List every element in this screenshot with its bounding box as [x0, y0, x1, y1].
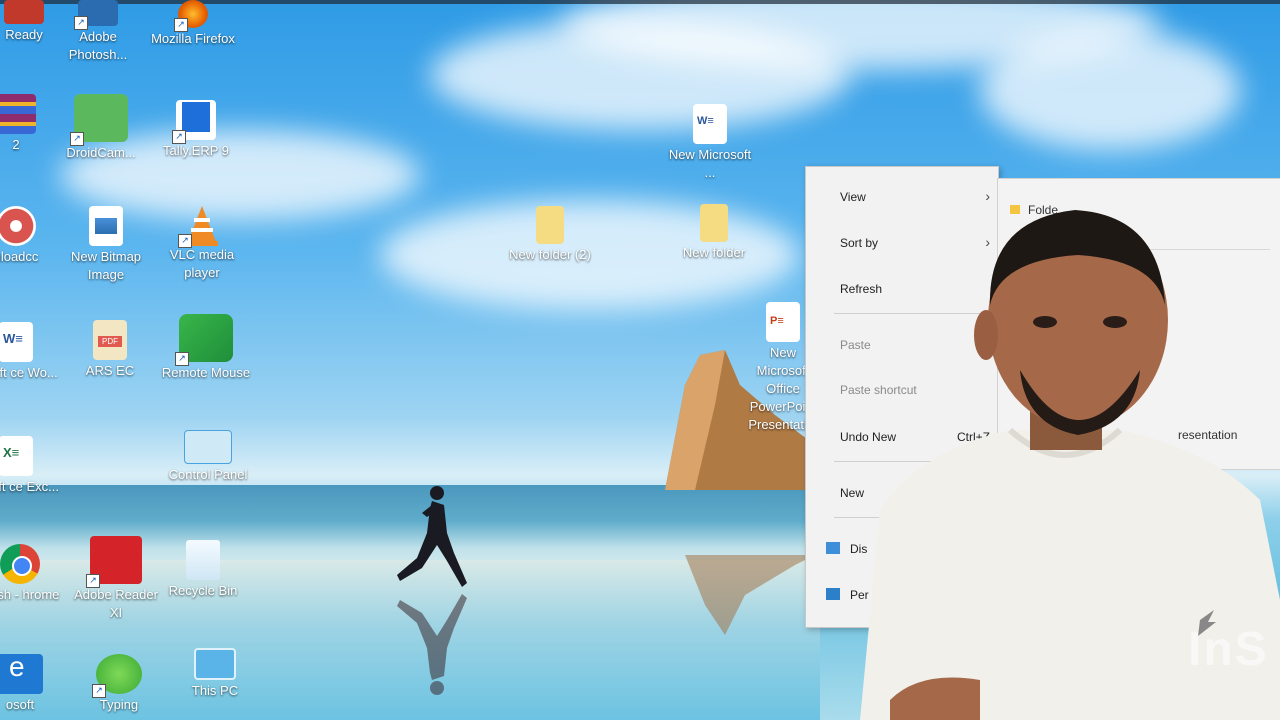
icon-label: 2 [12, 137, 20, 152]
shortcut-arrow-icon: ↗ [74, 16, 88, 30]
desktop-icon-edge[interactable]: e osoft [0, 653, 66, 714]
desktop-icon-word[interactable]: W≡ rosoft ce Wo... [0, 322, 62, 382]
icon-label: New folder (2) [509, 247, 591, 262]
powerpoint-document-icon: P≡ [766, 302, 800, 342]
desktop-icon-vlc[interactable]: ↗ VLC media player [156, 204, 248, 282]
chrome-icon [0, 544, 40, 584]
desktop-icon-new-word-doc[interactable]: W≡ New Microsoft ... [664, 104, 756, 182]
icon-label: rosoft ce Exc... [0, 479, 59, 494]
excel-document-icon: X≡ [0, 436, 33, 476]
icon-label: Mozilla Firefox [151, 31, 235, 46]
icon-label: DroidCam... [66, 145, 136, 160]
control-panel-icon [184, 430, 232, 464]
desktop-icon-recycle-bin[interactable]: Recycle Bin [157, 540, 249, 600]
shortcut-arrow-icon: ↗ [174, 18, 188, 32]
pdf-file-icon: PDF [93, 320, 127, 360]
icon-label: Control Panel [168, 467, 248, 482]
desktop-icon-ars-ec[interactable]: PDF ARS EC [64, 320, 156, 380]
android-icon: ↗ [70, 94, 128, 146]
desktop-icon-photoshop[interactable]: ↗ Adobe Photosh... [52, 0, 144, 64]
desktop-icon-typing[interactable]: ↗ Typing [73, 654, 165, 714]
remote-mouse-icon: ↗ [175, 314, 233, 366]
icon-label: This PC [191, 683, 239, 698]
image-file-icon [89, 206, 123, 246]
icon-label: nloadcc [0, 249, 39, 264]
word-document-icon: W≡ [0, 322, 33, 362]
desktop-icon-winrar[interactable]: 2 [0, 94, 62, 154]
shortcut-arrow-icon: ↗ [86, 574, 100, 588]
icon-label: Typing [99, 697, 139, 712]
desktop-icon-new-folder[interactable]: New folder [668, 204, 760, 262]
firefox-icon: ↗ [174, 0, 208, 32]
icon-label: New Bitmap Image [70, 249, 142, 282]
icon-label: ARS EC [85, 363, 135, 378]
display-settings-icon [826, 542, 840, 554]
vlc-cone-icon: ↗ [178, 204, 222, 248]
icon-label: VLC media player [169, 247, 235, 280]
desktop-icon-bitmap[interactable]: New Bitmap Image [60, 206, 152, 284]
desktop-icon-excel[interactable]: X≡ rosoft ce Exc... [0, 436, 62, 496]
desktop-icon-chrome[interactable]: ikash - hrome [0, 544, 66, 604]
desktop-icon-acrobat[interactable]: ↗ Adobe Reader XI [70, 536, 162, 622]
app-icon [4, 0, 44, 24]
icon-label: Adobe Photosh... [68, 29, 128, 62]
icon-label: Tally.ERP 9 [163, 143, 229, 158]
icon-label: New Microsoft ... [668, 147, 752, 180]
shortcut-arrow-icon: ↗ [175, 352, 189, 366]
winrar-icon [0, 94, 36, 134]
shortcut-arrow-icon: ↗ [172, 130, 186, 144]
shortcut-arrow-icon: ↗ [70, 132, 84, 146]
icon-label: osoft [5, 697, 35, 712]
shortcut-arrow-icon: ↗ [178, 234, 192, 248]
icon-label: Recycle Bin [168, 583, 238, 598]
folder-icon [700, 204, 728, 242]
desktop-icon-droidcam[interactable]: ↗ DroidCam... [55, 94, 147, 162]
icon-label: ikash - hrome [0, 587, 60, 602]
acrobat-icon: ↗ [86, 536, 142, 588]
downloader-icon [0, 206, 36, 246]
personalize-icon [826, 588, 840, 600]
desktop-icon-control-panel[interactable]: Control Panel [162, 430, 254, 484]
folder-icon [536, 206, 564, 244]
desktop-icon-firefox[interactable]: ↗ Mozilla Firefox [147, 0, 239, 48]
icon-label: Adobe Reader XI [74, 587, 158, 620]
cloud [980, 30, 1240, 150]
desktop-icon-new-folder-2[interactable]: New folder (2) [504, 206, 596, 264]
desktop-icon-tally[interactable]: ↗ Tally.ERP 9 [150, 100, 242, 160]
shortcut-arrow-icon: ↗ [92, 684, 106, 698]
desktop-icon-remote-mouse[interactable]: ↗ Remote Mouse [160, 314, 252, 382]
icon-label: rosoft ce Wo... [0, 365, 58, 380]
recycle-bin-icon [186, 540, 220, 580]
edge-icon: e [0, 653, 43, 694]
word-document-icon: W≡ [693, 104, 727, 144]
icon-label: Remote Mouse [161, 365, 251, 380]
tally-icon: ↗ [172, 100, 216, 144]
desktop-icon-this-pc[interactable]: This PC [169, 648, 261, 700]
runner-silhouette [397, 486, 467, 695]
photoshop-icon: ↗ [74, 0, 118, 30]
desktop-icon-downloader[interactable]: nloadcc [0, 206, 62, 266]
computer-monitor-icon [194, 648, 236, 680]
icon-label: New folder [682, 245, 746, 260]
typing-icon: ↗ [92, 654, 142, 698]
channel-watermark: InS [1188, 623, 1269, 676]
